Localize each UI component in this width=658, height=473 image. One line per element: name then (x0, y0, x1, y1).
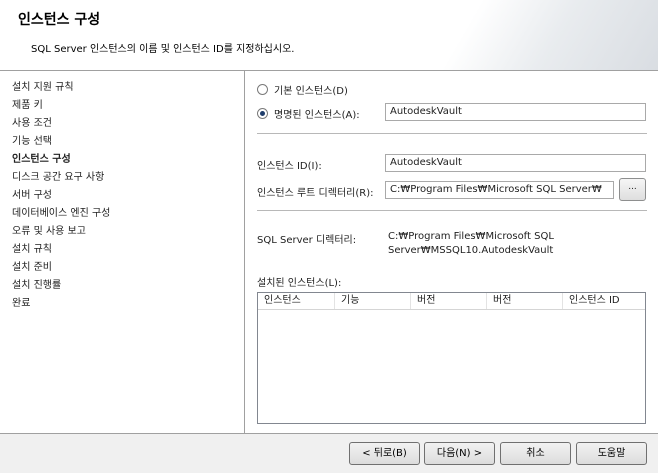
step-product-key[interactable]: 제품 키 (12, 97, 244, 115)
column-header-instance[interactable]: 인스턴스 (258, 293, 335, 309)
step-ready-to-install[interactable]: 설치 준비 (12, 259, 244, 277)
column-header-features[interactable]: 기능 (335, 293, 411, 309)
page-header: 인스턴스 구성 SQL Server 인스턴스의 이름 및 인스턴스 ID를 지… (0, 0, 658, 71)
next-button[interactable]: 다음(N) > (424, 442, 495, 465)
default-instance-option[interactable]: 기본 인스턴스(D) (257, 82, 348, 97)
instance-root-input[interactable]: C:₩Program Files₩Microsoft SQL Server₩ (385, 181, 614, 199)
named-instance-label: 명명된 인스턴스(A): (274, 110, 360, 121)
step-installation-progress[interactable]: 설치 진행률 (12, 277, 244, 295)
sql-server-directory-path-line2: Server₩MSSQL10.AutodeskVault (388, 245, 554, 256)
step-installation-rules[interactable]: 설치 규칙 (12, 241, 244, 259)
step-setup-support-rules[interactable]: 설치 지원 규칙 (12, 79, 244, 97)
instance-configuration-panel: 기본 인스턴스(D) 명명된 인스턴스(A): AutodeskVault 인스… (245, 71, 658, 433)
wizard-steps-sidebar: 설치 지원 규칙 제품 키 사용 조건 기능 선택 인스턴스 구성 디스크 공간… (0, 71, 244, 433)
sql-server-directory-label: SQL Server 디렉터리: (257, 235, 357, 246)
default-instance-label: 기본 인스턴스(D) (274, 86, 348, 97)
wizard-steps-list: 설치 지원 규칙 제품 키 사용 조건 기능 선택 인스턴스 구성 디스크 공간… (0, 71, 244, 313)
instance-id-label: 인스턴스 ID(I): (257, 161, 322, 172)
named-instance-option[interactable]: 명명된 인스턴스(A): (257, 106, 360, 121)
step-error-usage-reporting[interactable]: 오류 및 사용 보고 (12, 223, 244, 241)
separator-2 (257, 210, 647, 211)
cancel-button[interactable]: 취소 (500, 442, 571, 465)
default-instance-radio[interactable] (257, 84, 268, 95)
header-decoration (428, 0, 658, 70)
step-server-configuration[interactable]: 서버 구성 (12, 187, 244, 205)
named-instance-input[interactable]: AutodeskVault (385, 103, 646, 121)
installed-instances-label: 설치된 인스턴스(L): (257, 278, 342, 289)
step-disk-space-requirements[interactable]: 디스크 공간 요구 사항 (12, 169, 244, 187)
step-instance-configuration[interactable]: 인스턴스 구성 (12, 151, 244, 169)
separator-1 (257, 133, 647, 134)
wizard-footer: < 뒤로(B) 다음(N) > 취소 도움말 (0, 434, 658, 473)
table-header: 인스턴스 기능 버전 버전 인스턴스 ID (258, 293, 645, 310)
step-feature-selection[interactable]: 기능 선택 (12, 133, 244, 151)
back-button[interactable]: < 뒤로(B) (349, 442, 420, 465)
column-header-edition[interactable]: 버전 (411, 293, 487, 309)
column-header-instance-id[interactable]: 인스턴스 ID (563, 293, 645, 309)
instance-id-input[interactable]: AutodeskVault (385, 154, 646, 172)
step-database-engine-configuration[interactable]: 데이터베이스 엔진 구성 (12, 205, 244, 223)
browse-button[interactable]: ... (619, 178, 646, 201)
page-title: 인스턴스 구성 (18, 12, 101, 28)
sql-server-directory-path-line1: C:₩Program Files₩Microsoft SQL (388, 231, 554, 242)
named-instance-radio[interactable] (257, 108, 268, 119)
step-license-terms[interactable]: 사용 조건 (12, 115, 244, 133)
installed-instances-table[interactable]: 인스턴스 기능 버전 버전 인스턴스 ID (257, 292, 646, 424)
column-header-version[interactable]: 버전 (487, 293, 563, 309)
help-button[interactable]: 도움말 (576, 442, 647, 465)
instance-root-label: 인스턴스 루트 디렉터리(R): (257, 188, 374, 199)
page-subtitle: SQL Server 인스턴스의 이름 및 인스턴스 ID를 지정하십시오. (31, 44, 295, 55)
step-complete[interactable]: 완료 (12, 295, 244, 313)
